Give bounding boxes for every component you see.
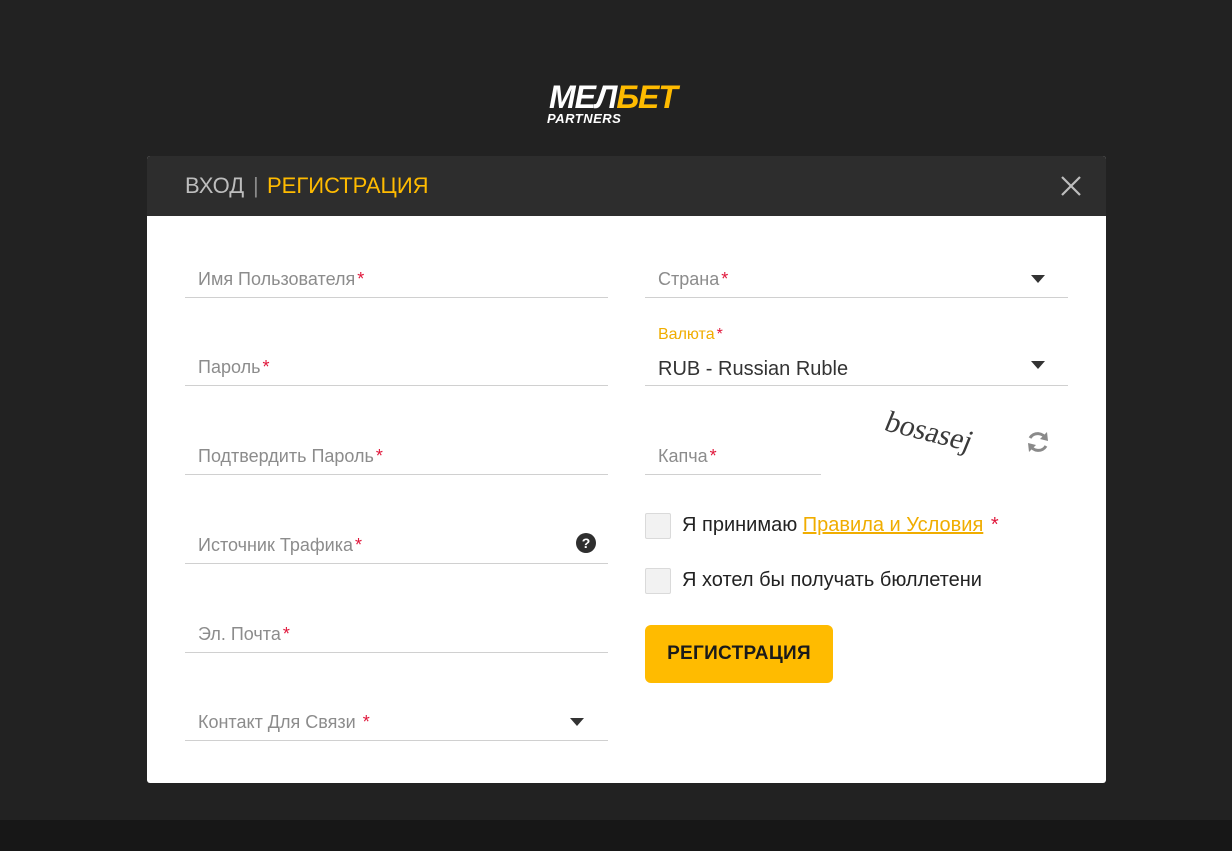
terms-link[interactable]: Правила и Условия	[803, 514, 984, 536]
country-select[interactable]: Страна *	[645, 261, 1068, 298]
captcha-label: Капча *	[658, 446, 717, 466]
caret-down-icon	[1031, 361, 1045, 369]
register-button[interactable]: РЕГИСТРАЦИЯ	[645, 625, 833, 683]
confirm-password-field[interactable]: Подтвердить Пароль *	[185, 438, 608, 475]
modal-header: ВХОД | РЕГИСТРАЦИЯ	[147, 156, 1106, 216]
caret-down-icon	[1031, 275, 1045, 283]
logo-wordmark: МЕЛБЕТ	[549, 79, 678, 115]
melbet-partners-logo: МЕЛБЕТ PARTNERS	[546, 80, 716, 130]
tab-separator: |	[253, 173, 259, 198]
close-icon[interactable]	[1057, 172, 1085, 200]
caret-down-icon	[570, 718, 584, 726]
logo-wordmark-white: МЕЛ	[549, 79, 617, 115]
email-label: Эл. Почта *	[198, 624, 290, 644]
email-field[interactable]: Эл. Почта *	[185, 616, 608, 653]
traffic-source-label: Источник Трафика *	[198, 535, 363, 555]
confirm-password-label: Подтвердить Пароль *	[198, 446, 383, 466]
question-icon[interactable]: ?	[576, 533, 596, 553]
country-label: Страна *	[658, 269, 729, 289]
password-field[interactable]: Пароль *	[185, 349, 608, 386]
terms-text: Я принимаю Правила и Условия *	[682, 514, 999, 536]
newsletter-checkbox[interactable]	[645, 568, 671, 594]
currency-select[interactable]: Валюта * RUB - Russian Ruble	[645, 321, 1068, 386]
logo-subtitle: PARTNERS	[547, 111, 622, 126]
username-field[interactable]: Имя Пользователя *	[185, 261, 608, 298]
captcha-image: bosasej	[885, 410, 979, 458]
contact-label: Контакт Для Связи *	[198, 712, 370, 732]
traffic-source-field[interactable]: Источник Трафика * ?	[185, 527, 608, 564]
refresh-icon[interactable]	[1024, 428, 1052, 456]
captcha-image-text: bosasej	[885, 410, 979, 458]
terms-checkbox[interactable]	[645, 513, 671, 539]
captcha-input[interactable]: Капча *	[645, 438, 821, 475]
tab-register[interactable]: РЕГИСТРАЦИЯ	[267, 173, 429, 199]
contact-select[interactable]: Контакт Для Связи *	[185, 704, 608, 741]
newsletter-text: Я хотел бы получать бюллетени	[682, 569, 982, 591]
currency-value: RUB - Russian Ruble	[658, 358, 849, 380]
password-label: Пароль *	[198, 357, 270, 377]
currency-label: Валюта *	[658, 326, 723, 343]
tab-login[interactable]: ВХОД	[185, 173, 244, 199]
page-footer	[0, 820, 1232, 851]
username-label: Имя Пользователя *	[198, 269, 365, 289]
logo-wordmark-accent: БЕТ	[616, 79, 678, 115]
